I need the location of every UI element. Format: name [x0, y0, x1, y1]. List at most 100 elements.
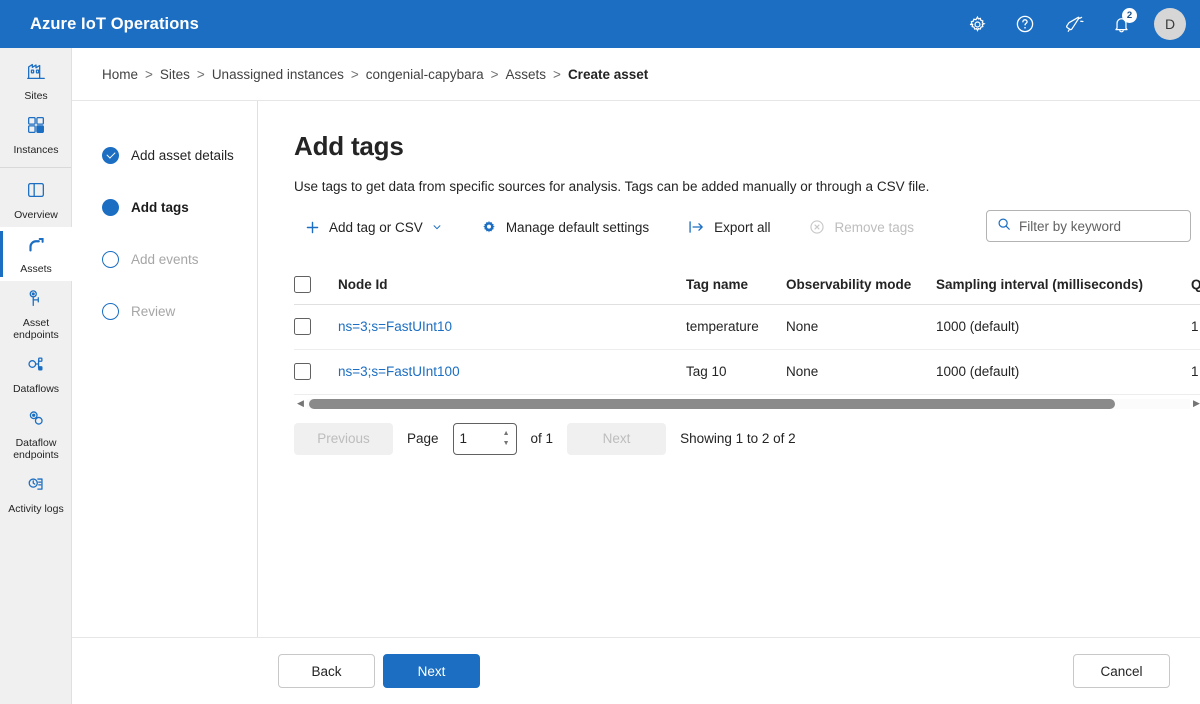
feedback-icon[interactable] [1056, 7, 1090, 41]
cell-queue-size: 1 (default) [1191, 304, 1200, 349]
cell-node-id: ns=3;s=FastUInt10 [338, 304, 686, 349]
wizard-step-add-asset-details[interactable]: Add asset details [102, 129, 257, 181]
previous-page-button: Previous [294, 423, 393, 455]
next-page-button: Next [567, 423, 666, 455]
cell-sampling-interval: 1000 (default) [936, 349, 1191, 394]
breadcrumb-separator: > [491, 67, 499, 82]
page-label: Page [407, 431, 439, 446]
wizard-steps: Add asset details Add tags Add events Re… [72, 101, 258, 638]
create-asset-panel: Add asset details Add tags Add events Re… [72, 100, 1200, 637]
breadcrumb: Home > Sites > Unassigned instances > co… [72, 48, 1200, 100]
search-input[interactable] [1019, 219, 1180, 234]
asset-endpoints-icon [25, 287, 47, 314]
add-tag-or-csv-button[interactable]: Add tag or CSV [294, 211, 453, 243]
chevron-down-icon [432, 222, 442, 232]
sidebar-item-assets[interactable]: Assets [0, 227, 72, 281]
breadcrumb-item-sites[interactable]: Sites [160, 67, 190, 82]
tags-toolbar: Add tag or CSV Manage default settings [294, 210, 1200, 244]
scroll-right-arrow-icon[interactable]: ▶ [1190, 398, 1200, 409]
sidebar-item-sites[interactable]: Sites [0, 54, 72, 108]
wizard-step-review: Review [102, 285, 257, 337]
table-horizontal-scrollbar[interactable]: ◀ ▶ [294, 397, 1200, 411]
gear-icon [481, 219, 497, 235]
wizard-step-label: Add tags [131, 200, 189, 215]
avatar[interactable]: D [1154, 8, 1186, 40]
page-title: Add tags [294, 131, 1200, 162]
sidebar-item-asset-endpoints[interactable]: Asset endpoints [0, 281, 72, 347]
table-row[interactable]: ns=3;s=FastUInt100 Tag 10 None 1000 (def… [294, 349, 1200, 394]
scrollbar-track[interactable] [307, 399, 1190, 409]
cell-observability-mode: None [786, 349, 936, 394]
manage-default-settings-button[interactable]: Manage default settings [470, 211, 660, 243]
activity-logs-icon [25, 473, 47, 500]
next-button[interactable]: Next [383, 654, 480, 688]
breadcrumb-separator: > [145, 67, 153, 82]
column-header-observability-mode[interactable]: Observability mode [786, 266, 936, 304]
export-all-button[interactable]: Export all [677, 211, 781, 243]
breadcrumb-item-assets[interactable]: Assets [506, 67, 547, 82]
stepper-arrows[interactable]: ▲ ▼ [503, 430, 510, 447]
gear-icon[interactable] [960, 7, 994, 41]
dataflows-icon [25, 353, 47, 380]
sidebar-item-dataflow-endpoints[interactable]: Dataflow endpoints [0, 401, 72, 467]
column-header-queue-size[interactable]: Queue size [1191, 266, 1200, 304]
sidebar-item-label: Activity logs [8, 503, 63, 515]
sidebar-item-activity-logs[interactable]: Activity logs [0, 467, 72, 521]
column-header-tag-name[interactable]: Tag name [686, 266, 786, 304]
step-pending-icon [102, 251, 119, 268]
scroll-left-arrow-icon[interactable]: ◀ [294, 398, 307, 409]
sidebar-item-instances[interactable]: Instances [0, 108, 72, 162]
wizard-footer: Back Next Cancel [72, 637, 1200, 704]
step-pending-icon [102, 303, 119, 320]
notifications-bell-icon[interactable]: 2 [1104, 7, 1138, 41]
breadcrumb-item-unassigned-instances[interactable]: Unassigned instances [212, 67, 344, 82]
sidebar-item-label: Assets [20, 263, 52, 275]
table-header: Node Id Tag name Observability mode Samp… [294, 266, 1200, 304]
table-row[interactable]: ns=3;s=FastUInt10 temperature None 1000 … [294, 304, 1200, 349]
cell-observability-mode: None [786, 304, 936, 349]
filter-search-box[interactable] [986, 210, 1191, 242]
row-checkbox[interactable] [294, 318, 311, 335]
cancel-button[interactable]: Cancel [1073, 654, 1170, 688]
sidebar-item-overview[interactable]: Overview [0, 173, 72, 227]
dismiss-circle-icon [809, 219, 825, 235]
overview-icon [25, 179, 47, 206]
select-all-header [294, 266, 338, 304]
breadcrumb-separator: > [351, 67, 359, 82]
row-checkbox[interactable] [294, 363, 311, 380]
table-header-row: Node Id Tag name Observability mode Samp… [294, 266, 1200, 304]
wizard-step-add-tags[interactable]: Add tags [102, 181, 257, 233]
search-icon [997, 217, 1011, 236]
breadcrumb-item-instance[interactable]: congenial-capybara [366, 67, 484, 82]
sidebar-divider [0, 167, 71, 168]
help-icon[interactable] [1008, 7, 1042, 41]
back-button[interactable]: Back [278, 654, 375, 688]
export-icon [688, 219, 705, 235]
showing-range-label: Showing 1 to 2 of 2 [680, 431, 796, 446]
page-total-label: of 1 [531, 431, 554, 446]
sidebar-item-dataflows[interactable]: Dataflows [0, 347, 72, 401]
breadcrumb-separator: > [197, 67, 205, 82]
node-id-link[interactable]: ns=3;s=FastUInt10 [338, 319, 452, 334]
table-body: ns=3;s=FastUInt10 temperature None 1000 … [294, 304, 1200, 394]
instances-icon [25, 114, 47, 141]
column-header-sampling-interval[interactable]: Sampling interval (milliseconds) [936, 266, 1191, 304]
select-all-checkbox[interactable] [294, 276, 311, 293]
export-all-label: Export all [714, 220, 770, 235]
tags-table-container: Node Id Tag name Observability mode Samp… [294, 266, 1200, 455]
column-header-node-id[interactable]: Node Id [338, 266, 686, 304]
page-number-stepper[interactable]: ▲ ▼ [453, 423, 517, 455]
page-number-input[interactable] [460, 431, 496, 446]
stepper-up-icon[interactable]: ▲ [503, 430, 510, 437]
step-current-icon [102, 199, 119, 216]
header-actions: 2 D [960, 7, 1200, 41]
wizard-step-label: Add events [131, 252, 199, 267]
breadcrumb-item-home[interactable]: Home [102, 67, 138, 82]
stepper-down-icon[interactable]: ▼ [503, 440, 510, 447]
cell-sampling-interval: 1000 (default) [936, 304, 1191, 349]
remove-tags-label: Remove tags [834, 220, 914, 235]
node-id-link[interactable]: ns=3;s=FastUInt100 [338, 364, 460, 379]
scrollbar-thumb[interactable] [309, 399, 1115, 409]
sidebar-item-label: Overview [14, 209, 58, 221]
sidebar-item-label: Sites [24, 90, 47, 102]
